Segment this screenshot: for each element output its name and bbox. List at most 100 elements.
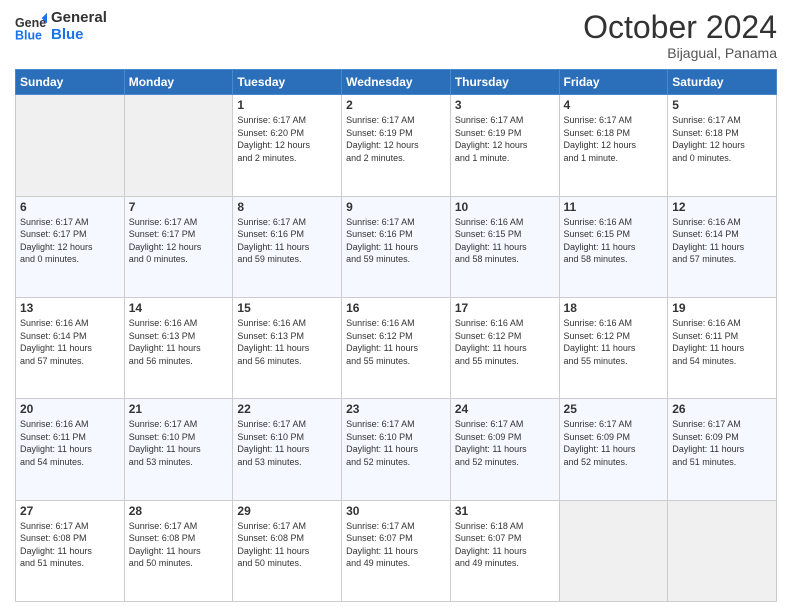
- calendar-cell: [559, 500, 668, 601]
- cell-info: Sunrise: 6:17 AM Sunset: 6:17 PM Dayligh…: [129, 216, 229, 266]
- header: General Blue General Blue October 2024 B…: [15, 10, 777, 61]
- day-number: 22: [237, 402, 337, 416]
- day-number: 7: [129, 200, 229, 214]
- day-number: 14: [129, 301, 229, 315]
- cell-info: Sunrise: 6:17 AM Sunset: 6:07 PM Dayligh…: [346, 520, 446, 570]
- month-title: October 2024: [583, 10, 777, 45]
- calendar-cell: 25 Sunrise: 6:17 AM Sunset: 6:09 PM Dayli…: [559, 399, 668, 500]
- calendar-cell: 24Sunrise: 6:17 AM Sunset: 6:09 PM Dayli…: [450, 399, 559, 500]
- calendar-cell: 17Sunrise: 6:16 AM Sunset: 6:12 PM Dayli…: [450, 297, 559, 398]
- cell-info: Sunrise: 6:17 AM Sunset: 6:09 PM Dayligh…: [564, 418, 664, 468]
- day-number: 2: [346, 98, 446, 112]
- cell-info: Sunrise: 6:16 AM Sunset: 6:15 PM Dayligh…: [455, 216, 555, 266]
- calendar-table: SundayMondayTuesdayWednesdayThursdayFrid…: [15, 69, 777, 602]
- day-number: 27: [20, 504, 120, 518]
- cell-info: Sunrise: 6:17 AM Sunset: 6:16 PM Dayligh…: [346, 216, 446, 266]
- cell-info: Sunrise: 6:17 AM Sunset: 6:18 PM Dayligh…: [672, 114, 772, 164]
- logo: General Blue General Blue: [15, 10, 107, 43]
- cell-info: Sunrise: 6:17 AM Sunset: 6:10 PM Dayligh…: [129, 418, 229, 468]
- day-number: 26: [672, 402, 772, 416]
- day-number: 8: [237, 200, 337, 214]
- cell-info: Sunrise: 6:17 AM Sunset: 6:19 PM Dayligh…: [346, 114, 446, 164]
- day-number: 11: [564, 200, 664, 214]
- day-number: 3: [455, 98, 555, 112]
- calendar-cell: 21Sunrise: 6:17 AM Sunset: 6:10 PM Dayli…: [124, 399, 233, 500]
- calendar-cell: 28 Sunrise: 6:17 AM Sunset: 6:08 PM Dayli…: [124, 500, 233, 601]
- day-number: 30: [346, 504, 446, 518]
- weekday-header-sunday: Sunday: [16, 70, 125, 95]
- cell-info: Sunrise: 6:16 AM Sunset: 6:11 PM Dayligh…: [20, 418, 120, 468]
- day-number: 29: [237, 504, 337, 518]
- cell-info: Sunrise: 6:16 AM Sunset: 6:14 PM Dayligh…: [672, 216, 772, 266]
- day-number: 23: [346, 402, 446, 416]
- calendar-cell: [124, 95, 233, 196]
- cell-info: Sunrise: 6:16 AM Sunset: 6:12 PM Dayligh…: [564, 317, 664, 367]
- weekday-header-tuesday: Tuesday: [233, 70, 342, 95]
- week-row-4: 20Sunrise: 6:16 AM Sunset: 6:11 PM Dayli…: [16, 399, 777, 500]
- day-number: 15: [237, 301, 337, 315]
- calendar-cell: [16, 95, 125, 196]
- cell-info: Sunrise: 6:18 AM Sunset: 6:07 PM Dayligh…: [455, 520, 555, 570]
- location-subtitle: Bijagual, Panama: [583, 45, 777, 61]
- calendar-cell: 9 Sunrise: 6:17 AM Sunset: 6:16 PM Daylig…: [342, 196, 451, 297]
- calendar-cell: 15Sunrise: 6:16 AM Sunset: 6:13 PM Dayli…: [233, 297, 342, 398]
- cell-info: Sunrise: 6:17 AM Sunset: 6:16 PM Dayligh…: [237, 216, 337, 266]
- cell-info: Sunrise: 6:16 AM Sunset: 6:13 PM Dayligh…: [129, 317, 229, 367]
- day-number: 5: [672, 98, 772, 112]
- calendar-cell: 8 Sunrise: 6:17 AM Sunset: 6:16 PM Daylig…: [233, 196, 342, 297]
- weekday-header-saturday: Saturday: [668, 70, 777, 95]
- logo-icon: General Blue: [15, 11, 47, 43]
- day-number: 10: [455, 200, 555, 214]
- calendar-cell: 2 Sunrise: 6:17 AM Sunset: 6:19 PM Daylig…: [342, 95, 451, 196]
- calendar-cell: 3Sunrise: 6:17 AM Sunset: 6:19 PM Daylig…: [450, 95, 559, 196]
- cell-info: Sunrise: 6:17 AM Sunset: 6:10 PM Dayligh…: [237, 418, 337, 468]
- day-number: 16: [346, 301, 446, 315]
- cell-info: Sunrise: 6:17 AM Sunset: 6:10 PM Dayligh…: [346, 418, 446, 468]
- weekday-header-monday: Monday: [124, 70, 233, 95]
- weekday-header-friday: Friday: [559, 70, 668, 95]
- calendar-cell: 18 Sunrise: 6:16 AM Sunset: 6:12 PM Dayli…: [559, 297, 668, 398]
- calendar-cell: 16 Sunrise: 6:16 AM Sunset: 6:12 PM Dayli…: [342, 297, 451, 398]
- day-number: 4: [564, 98, 664, 112]
- cell-info: Sunrise: 6:17 AM Sunset: 6:09 PM Dayligh…: [672, 418, 772, 468]
- cell-info: Sunrise: 6:16 AM Sunset: 6:14 PM Dayligh…: [20, 317, 120, 367]
- day-number: 24: [455, 402, 555, 416]
- cell-info: Sunrise: 6:17 AM Sunset: 6:08 PM Dayligh…: [237, 520, 337, 570]
- calendar-cell: 31Sunrise: 6:18 AM Sunset: 6:07 PM Dayli…: [450, 500, 559, 601]
- day-number: 28: [129, 504, 229, 518]
- calendar-cell: 10 Sunrise: 6:16 AM Sunset: 6:15 PM Dayli…: [450, 196, 559, 297]
- day-number: 19: [672, 301, 772, 315]
- calendar-cell: 11 Sunrise: 6:16 AM Sunset: 6:15 PM Dayli…: [559, 196, 668, 297]
- day-number: 13: [20, 301, 120, 315]
- week-row-1: 1 Sunrise: 6:17 AM Sunset: 6:20 PM Daylig…: [16, 95, 777, 196]
- day-number: 18: [564, 301, 664, 315]
- cell-info: Sunrise: 6:16 AM Sunset: 6:11 PM Dayligh…: [672, 317, 772, 367]
- weekday-header-row: SundayMondayTuesdayWednesdayThursdayFrid…: [16, 70, 777, 95]
- calendar-cell: 6Sunrise: 6:17 AM Sunset: 6:17 PM Daylig…: [16, 196, 125, 297]
- cell-info: Sunrise: 6:16 AM Sunset: 6:15 PM Dayligh…: [564, 216, 664, 266]
- calendar-cell: 5 Sunrise: 6:17 AM Sunset: 6:18 PM Daylig…: [668, 95, 777, 196]
- calendar-cell: 22 Sunrise: 6:17 AM Sunset: 6:10 PM Dayli…: [233, 399, 342, 500]
- calendar-cell: 27 Sunrise: 6:17 AM Sunset: 6:08 PM Dayli…: [16, 500, 125, 601]
- calendar-cell: 26 Sunrise: 6:17 AM Sunset: 6:09 PM Dayli…: [668, 399, 777, 500]
- calendar-cell: 12Sunrise: 6:16 AM Sunset: 6:14 PM Dayli…: [668, 196, 777, 297]
- calendar-cell: 23 Sunrise: 6:17 AM Sunset: 6:10 PM Dayli…: [342, 399, 451, 500]
- svg-text:Blue: Blue: [15, 28, 42, 42]
- page: General Blue General Blue October 2024 B…: [0, 0, 792, 612]
- day-number: 6: [20, 200, 120, 214]
- day-number: 9: [346, 200, 446, 214]
- title-block: October 2024 Bijagual, Panama: [583, 10, 777, 61]
- calendar-cell: 30 Sunrise: 6:17 AM Sunset: 6:07 PM Dayli…: [342, 500, 451, 601]
- cell-info: Sunrise: 6:16 AM Sunset: 6:12 PM Dayligh…: [346, 317, 446, 367]
- calendar-cell: [668, 500, 777, 601]
- week-row-3: 13 Sunrise: 6:16 AM Sunset: 6:14 PM Dayli…: [16, 297, 777, 398]
- cell-info: Sunrise: 6:16 AM Sunset: 6:12 PM Dayligh…: [455, 317, 555, 367]
- cell-info: Sunrise: 6:17 AM Sunset: 6:08 PM Dayligh…: [20, 520, 120, 570]
- cell-info: Sunrise: 6:17 AM Sunset: 6:20 PM Dayligh…: [237, 114, 337, 164]
- day-number: 1: [237, 98, 337, 112]
- calendar-cell: 1 Sunrise: 6:17 AM Sunset: 6:20 PM Daylig…: [233, 95, 342, 196]
- day-number: 25: [564, 402, 664, 416]
- calendar-cell: 13 Sunrise: 6:16 AM Sunset: 6:14 PM Dayli…: [16, 297, 125, 398]
- cell-info: Sunrise: 6:17 AM Sunset: 6:08 PM Dayligh…: [129, 520, 229, 570]
- calendar-cell: 4Sunrise: 6:17 AM Sunset: 6:18 PM Daylig…: [559, 95, 668, 196]
